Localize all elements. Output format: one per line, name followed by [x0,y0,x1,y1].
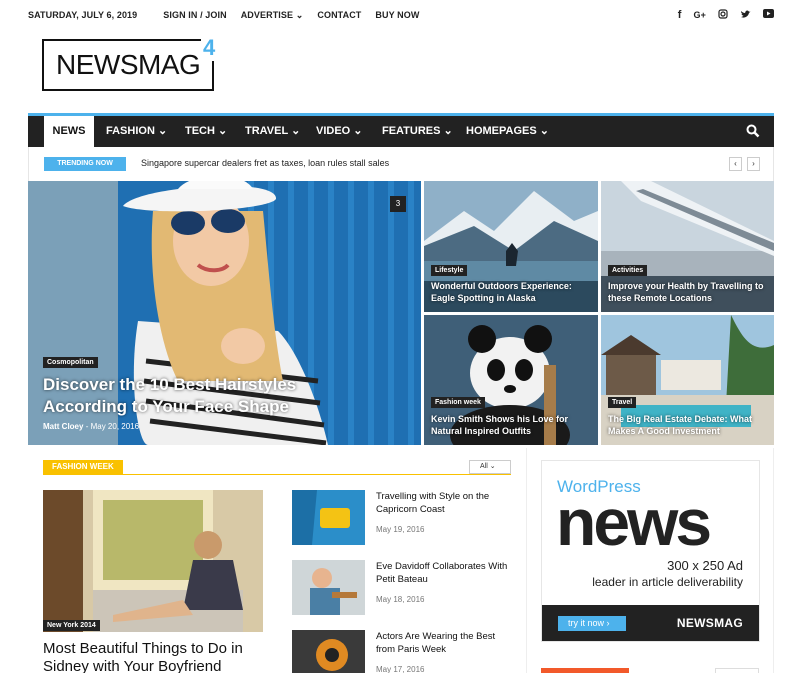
sign-in-link[interactable]: SIGN IN / JOIN [163,10,226,20]
list-thumb [292,630,365,673]
nav-item-video[interactable]: VIDEO ⌄ [316,116,363,147]
current-date: SATURDAY, JULY 6, 2019 [28,10,138,20]
ad-footer: try it now › NEWSMAG [542,605,759,641]
tile-title[interactable]: Improve your Health by Travelling to the… [608,280,772,304]
nav-label: NEWS [52,125,86,137]
featured-tile-4[interactable]: Travel The Big Real Estate Debate: What … [601,315,774,445]
block-filter-dropdown[interactable]: All ⌄ [469,460,511,474]
list-date: May 17, 2016 [376,665,425,673]
nav-item-fashion[interactable]: FASHION ⌄ [106,116,167,147]
social-icons: f G+ [678,8,774,22]
filter-label: All [480,463,488,470]
sidebar-next-heading [541,668,629,673]
post-date: May 20, 2016 [90,422,140,431]
post-meta: Matt Cloey - May 20, 2016 [43,422,139,431]
nav-label: HOMEPAGES [466,125,537,137]
ad-cta-button[interactable]: try it now › [558,616,626,631]
nav-item-homepages[interactable]: HOMEPAGES ⌄ [466,116,549,147]
featured-tile-1[interactable]: Lifestyle Wonderful Outdoors Experience:… [424,181,598,312]
list-title[interactable]: Eve Davidoff Collaborates With Petit Bat… [376,560,516,586]
ad-news-text: news [556,485,712,559]
trending-prev-button[interactable]: ‹ [729,157,742,171]
featured-tile-3[interactable]: Fashion week Kevin Smith Shows his Love … [424,315,598,445]
chevron-down-icon: ⌄ [295,9,304,20]
category-tag[interactable]: New York 2014 [43,620,100,631]
youtube-icon[interactable] [763,9,774,21]
nav-item-news[interactable]: NEWS [44,116,94,147]
block-main-image[interactable]: New York 2014 [43,490,263,632]
category-tag[interactable]: Lifestyle [431,265,468,276]
facebook-icon[interactable]: f [678,9,682,21]
nav-item-travel[interactable]: TRAVEL ⌄ [245,116,300,147]
logo-text: NEWSMAG [56,49,201,80]
list-date: May 19, 2016 [376,525,425,534]
twitter-icon[interactable] [740,9,751,22]
site-logo[interactable]: NEWSMAG 4 [42,35,218,93]
buy-now-link[interactable]: BUY NOW [375,10,419,20]
author-name[interactable]: Matt Cloey [43,422,83,431]
featured-big-post[interactable]: 3 Cosmopolitan Discover the 10 Best Hair… [28,181,421,445]
list-item[interactable]: Actors Are Wearing the Best from Paris W… [292,630,512,673]
search-icon[interactable] [746,124,760,141]
chevron-down-icon: ⌄ [353,125,363,137]
advertise-label: ADVERTISE [240,9,294,20]
sidebar-ad[interactable]: WordPress news 300 x 250 Ad leader in ar… [541,460,760,642]
list-item[interactable]: Travelling with Style on the Capricorn C… [292,490,512,546]
nav-label: FEATURES [382,125,441,137]
trending-bar: TRENDING NOW Singapore supercar dealers … [28,147,774,181]
ad-brand: NEWSMAG [676,616,743,630]
nav-label: TRAVEL [245,125,288,137]
main-nav: NEWS FASHION ⌄ TECH ⌄ TRAVEL ⌄ VIDEO ⌄ F… [28,113,774,147]
list-title[interactable]: Travelling with Style on the Capricorn C… [376,490,516,516]
logo-version: 4 [201,35,218,61]
trending-label: TRENDING NOW [44,157,126,171]
top-bar: SATURDAY, JULY 6, 2019 SIGN IN / JOIN AD… [28,0,774,30]
nav-label: TECH [185,125,215,137]
block-heading[interactable]: FASHION WEEK [43,460,123,474]
trending-headline[interactable]: Singapore supercar dealers fret as taxes… [141,158,389,168]
nav-label: FASHION [106,125,155,137]
category-tag[interactable]: Cosmopolitan [43,357,98,368]
category-tag[interactable]: Fashion week [431,397,485,408]
contact-link[interactable]: CONTACT [317,10,361,20]
instagram-icon[interactable] [718,8,728,22]
chevron-down-icon: ⌄ [157,125,168,137]
list-thumb [292,490,365,545]
block-main-title[interactable]: Most Beautiful Things to Do in Sidney wi… [43,640,268,673]
list-date: May 18, 2016 [376,595,425,604]
ad-size-text: 300 x 250 Ad [667,558,743,573]
chevron-down-icon: ⌄ [218,125,228,137]
nav-label: VIDEO [316,125,351,137]
list-item[interactable]: Eve Davidoff Collaborates With Petit Bat… [292,560,512,616]
featured-tile-2[interactable]: Activities Improve your Health by Travel… [601,181,774,312]
meta-separator: - [85,422,89,431]
chevron-down-icon: ⌄ [443,125,453,137]
tile-title[interactable]: The Big Real Estate Debate: What Makes A… [608,413,772,437]
chevron-down-icon: ⌄ [539,125,549,137]
block-main-photo [43,490,263,632]
trending-next-button[interactable]: › [747,157,760,171]
ad-tagline: leader in article deliverability [592,575,743,589]
list-title[interactable]: Actors Are Wearing the Best from Paris W… [376,630,516,656]
tile-title[interactable]: Wonderful Outdoors Experience: Eagle Spo… [431,280,595,304]
block-divider [43,474,511,475]
nav-item-features[interactable]: FEATURES ⌄ [382,116,453,147]
tile-title[interactable]: Kevin Smith Shows his Love for Natural I… [431,413,595,437]
comment-count: 3 [390,196,406,212]
sidebar-next-filter[interactable] [715,668,759,673]
list-thumb [292,560,365,615]
category-tag[interactable]: Travel [608,397,637,408]
featured-big-title[interactable]: Discover the 10 Best Hairstyles Accordin… [43,374,343,418]
chevron-down-icon: ⌄ [291,125,301,137]
chevron-down-icon: ⌄ [489,463,496,470]
google-plus-icon[interactable]: G+ [694,10,706,20]
advertise-link[interactable]: ADVERTISE ⌄ [241,10,304,21]
nav-item-tech[interactable]: TECH ⌄ [185,116,227,147]
category-tag[interactable]: Activities [608,265,648,276]
